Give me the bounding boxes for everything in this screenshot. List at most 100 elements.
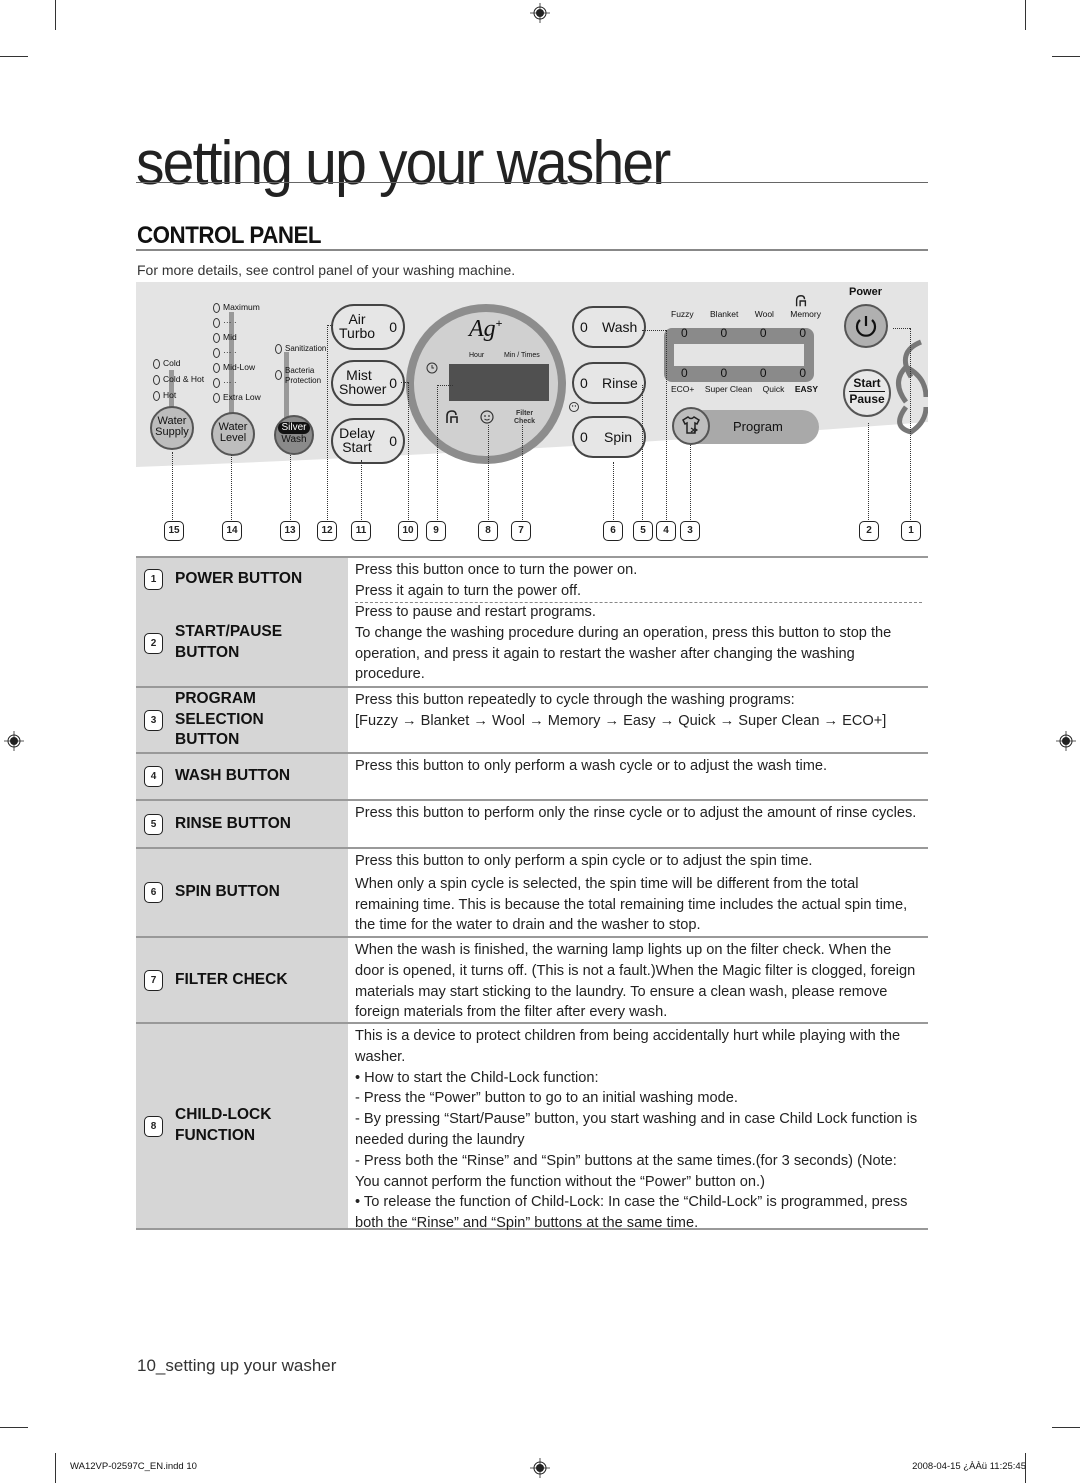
program-label: Memory	[790, 309, 821, 319]
intro-text: For more details, see control panel of y…	[137, 262, 516, 278]
program-bottom-leds: 0 0 0 0	[681, 366, 806, 380]
water-level-option: Extra Low	[213, 390, 261, 405]
hour-label: Hour	[469, 352, 485, 359]
wash-button[interactable]: 0 Wash	[572, 306, 646, 348]
program-button[interactable]: Program	[672, 407, 819, 445]
table-row: 4 WASH BUTTON Press this button to only …	[136, 752, 928, 799]
crop-mark	[1052, 1427, 1080, 1428]
water-supply-options: Cold Cold & Hot Hot	[153, 355, 204, 403]
registration-mark-icon	[530, 3, 550, 23]
callout-line	[893, 328, 910, 329]
water-supply-option: Cold & Hot	[153, 371, 204, 387]
spin-button[interactable]: 0 Spin	[572, 416, 646, 458]
control-panel-illustration: Cold Cold & Hot Hot Water Supply Maximum …	[136, 282, 928, 482]
page-footer-label: 10_setting up your washer	[137, 1356, 337, 1375]
registration-mark-icon	[530, 1458, 550, 1478]
callout-line	[910, 328, 911, 522]
row-number: 8	[144, 1115, 163, 1137]
shirt-program-icon	[672, 407, 710, 445]
row-description: Press to pause and restart programs. To …	[355, 604, 892, 683]
rinse-button[interactable]: 0 Rinse	[572, 362, 646, 404]
callout-line	[437, 385, 438, 522]
silver-wash-option: Bacteria Protection	[275, 366, 326, 386]
water-supply-option: Cold	[153, 355, 204, 371]
callout-line	[522, 425, 523, 522]
program-label: Wool	[754, 309, 774, 319]
clock-icon	[426, 362, 438, 374]
callout-line	[690, 445, 691, 522]
water-level-option: Mid-Low	[213, 360, 261, 375]
table-row: 1 POWER BUTTON Press this button once to…	[136, 556, 928, 603]
callout-line	[437, 385, 453, 386]
water-supply-button[interactable]: Water Supply	[150, 406, 194, 450]
silver-wash-options: Sanitization Bacteria Protection	[275, 344, 326, 386]
child-lock-icon	[446, 410, 458, 423]
row-description: When the wash is finished, the warning l…	[355, 942, 916, 1021]
table-row: 6 SPIN BUTTON Press this button to only …	[136, 847, 928, 936]
callout-14: 14	[222, 521, 242, 541]
title-divider	[136, 182, 928, 183]
air-turbo-button[interactable]: Air Turbo 0	[331, 304, 405, 350]
child-lock-indicator-icon	[569, 402, 579, 412]
start-pause-button[interactable]: Start Pause	[843, 369, 891, 417]
program-led: 0	[759, 326, 767, 340]
water-level-option: Mid	[213, 330, 261, 345]
row-description: Press this button repeatedly to cycle th…	[355, 692, 887, 729]
row-number: 6	[144, 882, 163, 903]
program-label: Quick	[762, 384, 785, 394]
power-label: Power	[849, 286, 883, 298]
water-level-option: ··· ·	[213, 315, 261, 330]
memory-child-lock-icon	[795, 295, 807, 307]
table-row: 2 START/PAUSE BUTTON Press to pause and r…	[136, 600, 928, 686]
program-led: 0	[681, 366, 688, 380]
callout-line	[613, 462, 614, 522]
callout-2: 2	[859, 521, 879, 541]
callout-line	[290, 455, 291, 522]
water-level-button[interactable]: Water Level	[211, 412, 255, 456]
program-led: 0	[720, 326, 728, 340]
row-number: 4	[144, 766, 163, 787]
callout-1: 1	[901, 521, 921, 541]
program-led: 0	[759, 366, 767, 380]
row-number: 7	[144, 969, 163, 991]
table-row: 3 PROGRAM SELECTION BUTTON Press this butt…	[136, 686, 928, 752]
callout-line	[327, 325, 328, 522]
crop-mark	[0, 56, 28, 57]
delay-start-led: 0	[389, 433, 397, 449]
callout-12: 12	[317, 521, 337, 541]
row-label: START/PAUSE BUTTON	[175, 623, 283, 661]
rinse-led: 0	[580, 375, 588, 391]
control-description-table: 1 POWER BUTTON Press this button once to…	[136, 556, 928, 1231]
callout-line	[361, 460, 362, 522]
callout-5: 5	[633, 521, 653, 541]
delay-start-button[interactable]: Delay Start 0	[331, 418, 405, 464]
crop-mark	[55, 1453, 56, 1483]
mist-shower-led: 0	[389, 375, 397, 391]
section-divider	[136, 249, 928, 251]
power-button[interactable]	[844, 304, 888, 348]
program-label: ECO+	[671, 384, 695, 394]
callout-8: 8	[478, 521, 498, 541]
row-description: Press this button to only perform a spin…	[355, 853, 908, 934]
callout-7: 7	[511, 521, 531, 541]
mist-shower-button[interactable]: Mist Shower 0	[331, 360, 405, 406]
callout-6: 6	[603, 521, 623, 541]
row-label: FILTER CHECK	[175, 970, 288, 988]
row-description: Press this button to perform only the ri…	[355, 805, 917, 821]
silver-wash-button[interactable]: Silver Wash	[274, 415, 314, 455]
program-led: 0	[799, 326, 806, 340]
callout-line	[488, 425, 489, 522]
water-level-option: ··· ·	[213, 345, 261, 360]
program-top-leds: 0 0 0 0	[681, 326, 806, 340]
row-number: 5	[144, 813, 163, 835]
water-level-option: ··· ·	[213, 375, 261, 390]
program-top-labels: Fuzzy Blanket Wool Memory	[671, 309, 821, 319]
callout-11: 11	[351, 521, 371, 541]
row-number: 3	[144, 709, 163, 731]
registration-mark-icon	[1056, 731, 1076, 751]
digital-display	[449, 364, 549, 401]
callout-10: 10	[398, 521, 418, 541]
callout-15: 15	[164, 521, 184, 541]
min-times-label: Min / Times	[504, 352, 540, 359]
water-level-option: Maximum	[213, 300, 261, 315]
